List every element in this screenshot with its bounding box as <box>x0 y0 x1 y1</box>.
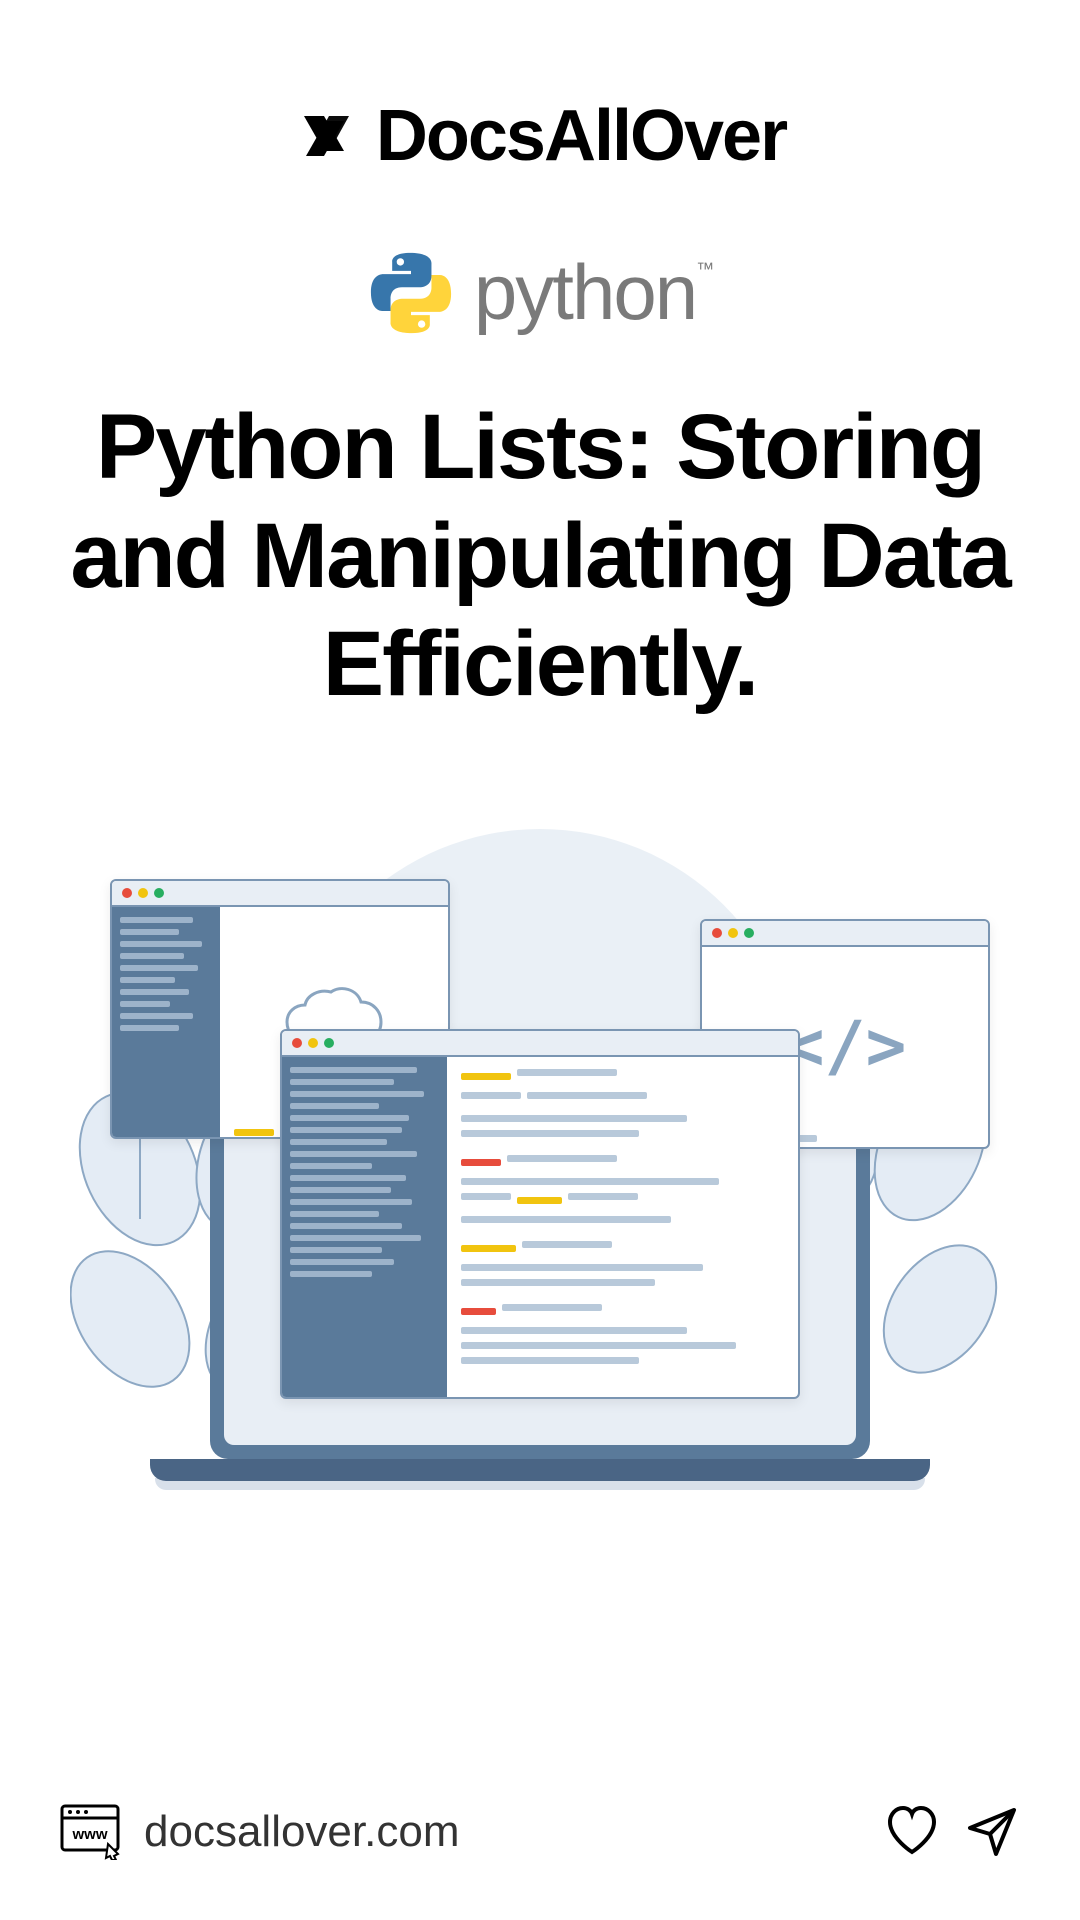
window-dot-green-icon <box>324 1038 334 1048</box>
window-header <box>112 881 448 907</box>
code-window-main <box>280 1029 800 1399</box>
website-icon: www <box>60 1804 124 1860</box>
page-title: Python Lists: Storing and Manipulating D… <box>0 393 1080 719</box>
hero-illustration: </> <box>80 829 1000 1509</box>
window-sidebar <box>282 1057 447 1397</box>
window-dot-green-icon <box>154 888 164 898</box>
window-dot-yellow-icon <box>308 1038 318 1048</box>
window-dot-yellow-icon <box>728 928 738 938</box>
window-sidebar <box>112 907 220 1137</box>
python-logo: python™ <box>366 247 714 338</box>
python-label: python <box>474 248 696 336</box>
window-dot-red-icon <box>122 888 132 898</box>
python-icon <box>366 248 456 338</box>
window-dot-red-icon <box>712 928 722 938</box>
brand-name: DocsAllOver <box>376 95 786 177</box>
window-header <box>702 921 988 947</box>
brand-logo: DocsAllOver <box>294 95 786 177</box>
footer: www docsallover.com <box>0 1804 1080 1860</box>
brand-mark-icon <box>294 101 364 171</box>
footer-url[interactable]: docsallover.com <box>144 1807 459 1857</box>
window-header <box>282 1031 798 1057</box>
window-dot-green-icon <box>744 928 754 938</box>
trademark-symbol: ™ <box>696 259 714 279</box>
window-dot-red-icon <box>292 1038 302 1048</box>
heart-icon[interactable] <box>884 1804 940 1860</box>
window-dot-yellow-icon <box>138 888 148 898</box>
svg-text:www: www <box>71 1826 107 1843</box>
send-icon[interactable] <box>964 1804 1020 1860</box>
footer-left: www docsallover.com <box>60 1804 459 1860</box>
footer-actions <box>884 1804 1020 1860</box>
code-content <box>447 1057 798 1397</box>
python-text-wrap: python™ <box>474 247 714 338</box>
